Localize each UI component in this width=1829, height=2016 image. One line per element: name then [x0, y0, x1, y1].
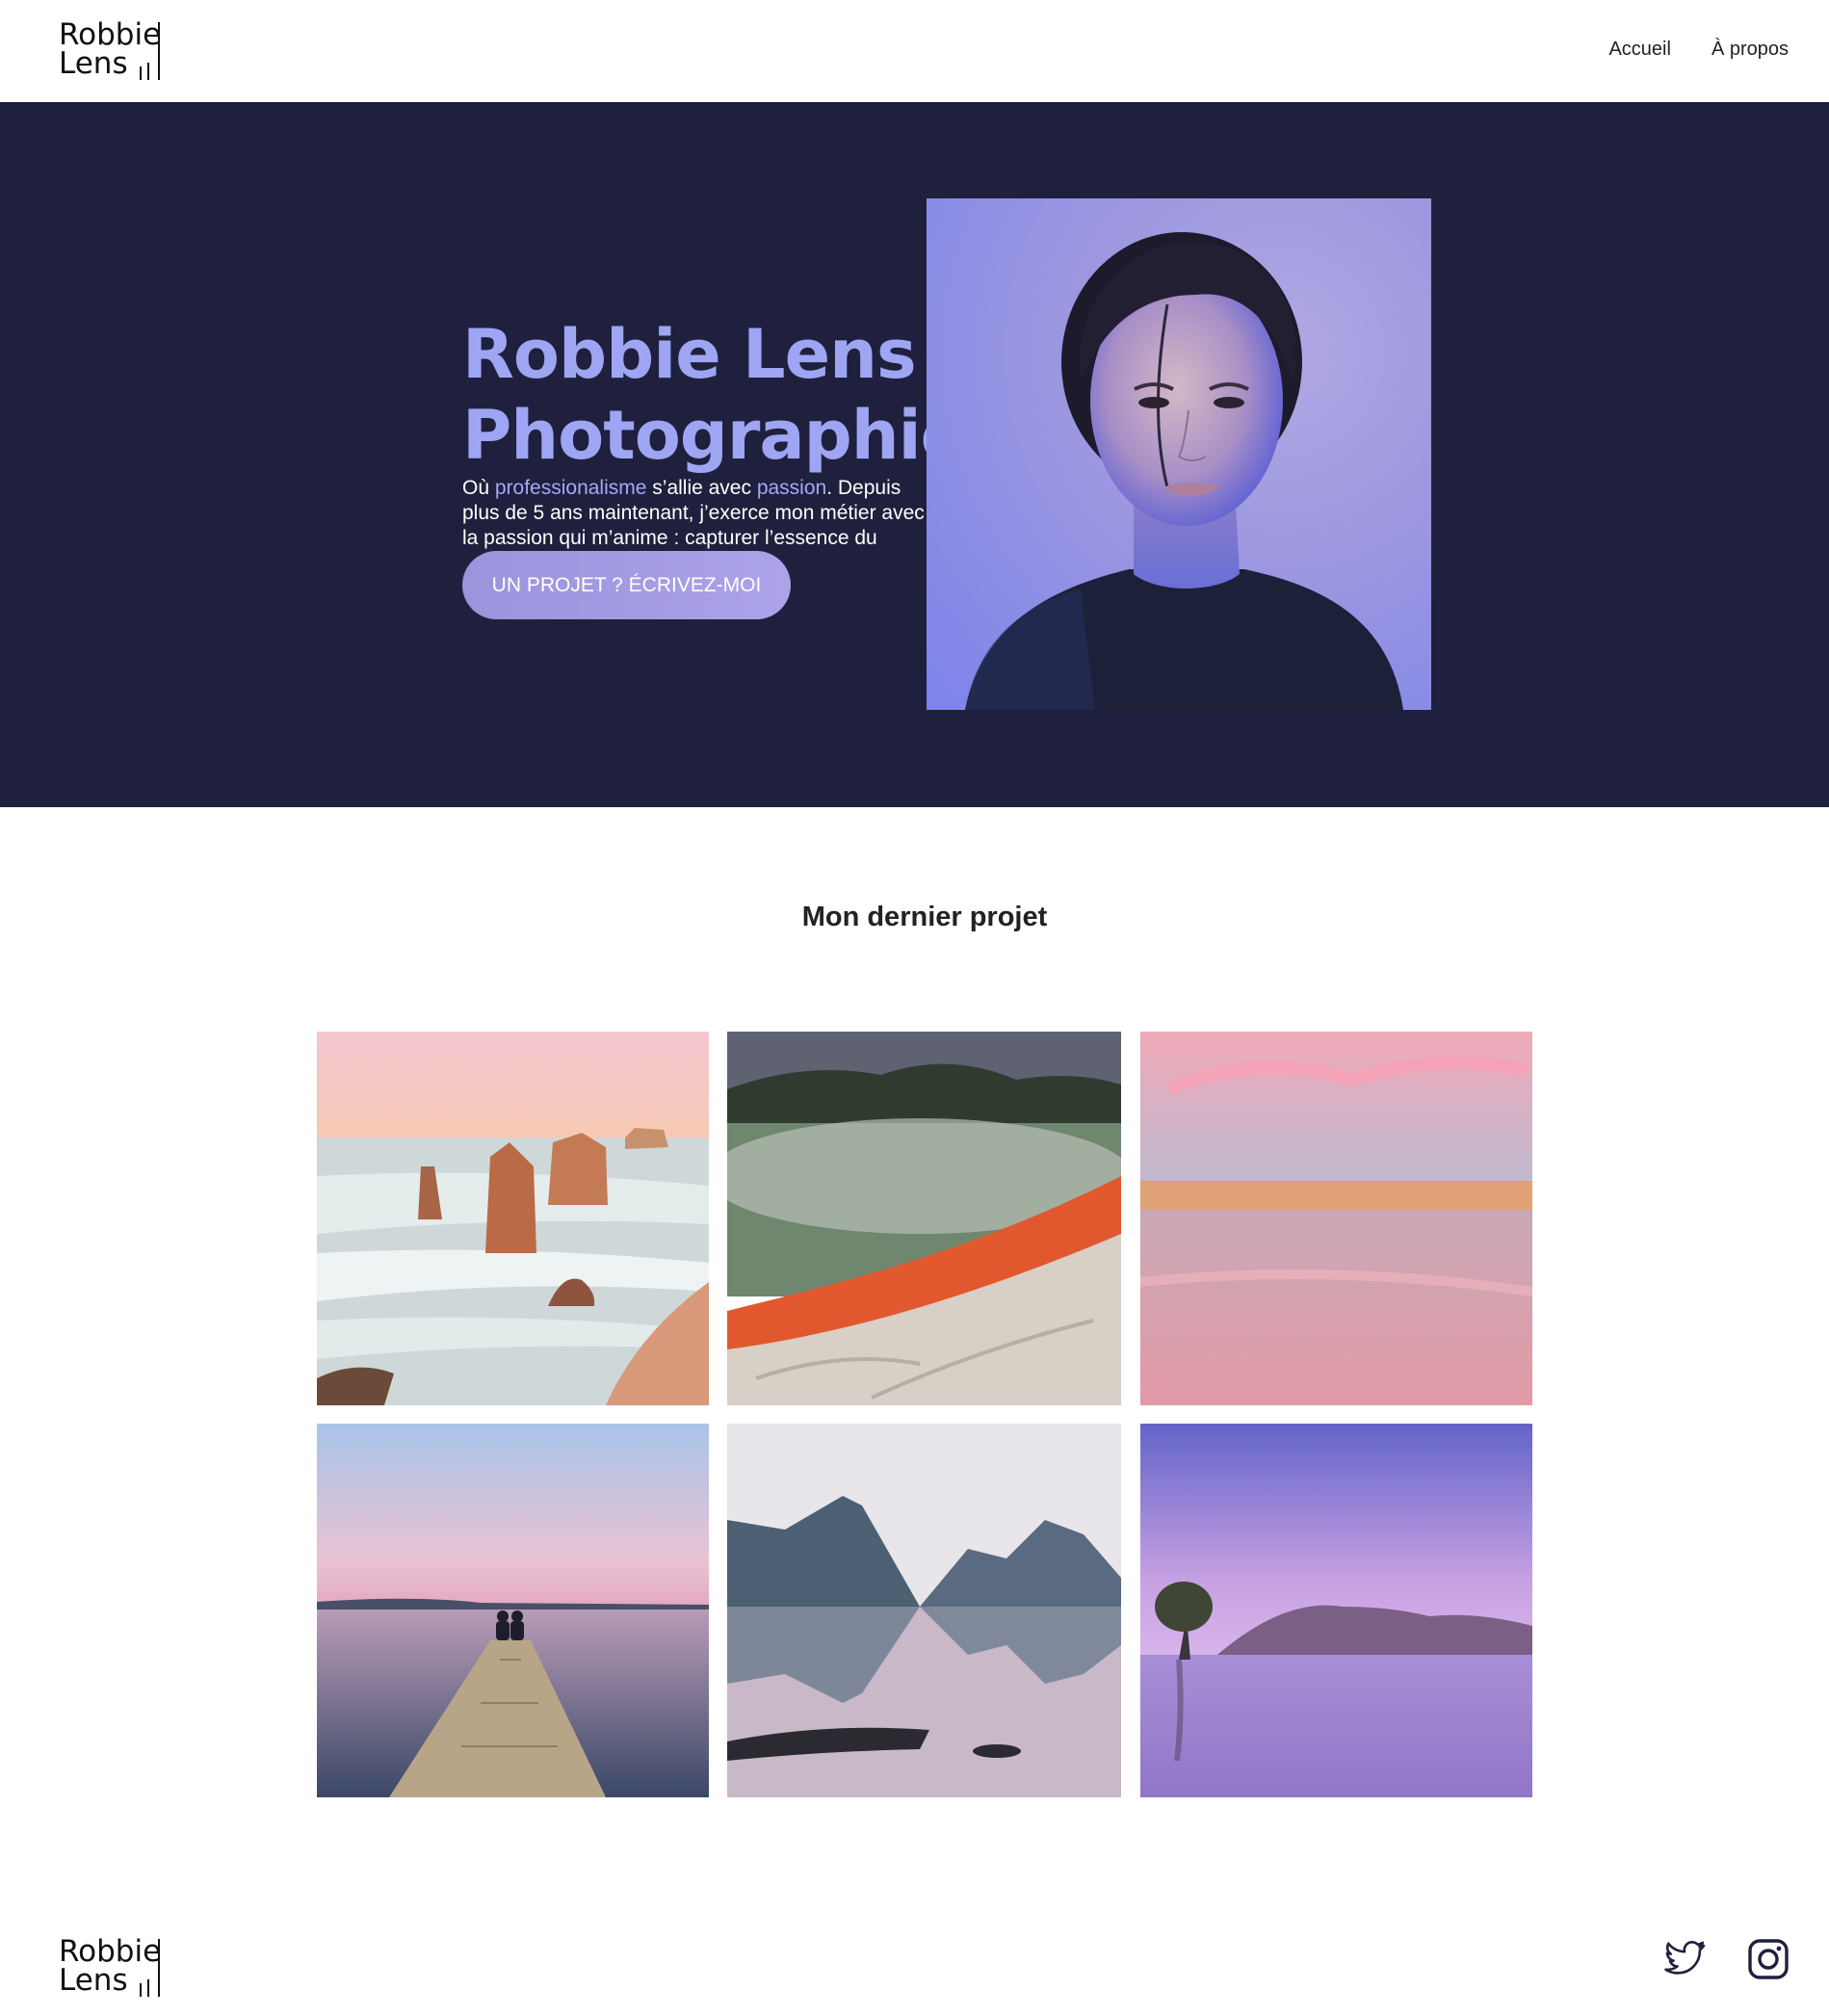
hero-text-part-1: Où — [462, 477, 495, 499]
gallery-photo-jetty[interactable] — [317, 1424, 709, 1797]
hero-title: Robbie Lens Photographie — [462, 314, 966, 476]
geothermal-pool-image — [727, 1032, 1121, 1405]
hero-section: Robbie Lens Photographie Où professional… — [0, 102, 1829, 807]
site-footer: Robbie Lens — [0, 1917, 1829, 2016]
mountain-lake-image — [727, 1424, 1121, 1797]
gallery-photo-sea-stacks[interactable] — [317, 1032, 709, 1405]
footer-logo-line-2: Lens — [59, 1963, 128, 1998]
nav-accueil[interactable]: Accueil — [1608, 39, 1670, 61]
nav-a-propos[interactable]: À propos — [1711, 39, 1789, 61]
hero-title-line-1: Robbie Lens — [462, 315, 917, 394]
logo-bars-icon — [140, 63, 149, 80]
pink-beach-image — [1140, 1032, 1532, 1405]
contact-cta-button[interactable]: UN PROJET ? ÉCRIVEZ-MOI — [462, 551, 791, 619]
site-header: Robbie Lens Accueil À propos — [0, 0, 1829, 102]
projects-title: Mon dernier projet — [801, 902, 1048, 932]
gallery-photo-geothermal-pool[interactable] — [727, 1032, 1121, 1405]
main-nav: Accueil À propos — [1608, 39, 1789, 61]
footer-logo-vertical-rule — [158, 1939, 160, 1997]
footer-logo-bars-icon — [140, 1979, 149, 1997]
logo-line-2: Lens — [59, 46, 128, 81]
portrait-illustration — [965, 232, 1403, 710]
hero-text-accent-passion: passion — [756, 477, 827, 499]
portrait-image — [927, 198, 1431, 710]
gallery-photo-pink-beach[interactable] — [1140, 1032, 1532, 1405]
footer-logo[interactable]: Robbie Lens — [59, 1937, 165, 1999]
hero-description: Où professionalisme s’allie avec passion… — [462, 476, 927, 559]
hero-text-accent-professionalisme: professionalisme — [494, 477, 647, 499]
twitter-icon[interactable] — [1661, 1936, 1708, 1982]
sea-stacks-image — [317, 1032, 709, 1405]
header-logo[interactable]: Robbie Lens — [59, 20, 165, 82]
purple-lake-image — [1140, 1424, 1532, 1797]
logo-vertical-rule — [158, 22, 160, 80]
hero-text-part-2: s’allie avec — [646, 477, 757, 499]
instagram-icon[interactable] — [1745, 1936, 1791, 1982]
gallery-photo-mountain-lake[interactable] — [727, 1424, 1121, 1797]
jetty-image — [317, 1424, 709, 1797]
gallery-photo-purple-lake[interactable] — [1140, 1424, 1532, 1797]
hero-title-line-2: Photographie — [462, 396, 966, 475]
